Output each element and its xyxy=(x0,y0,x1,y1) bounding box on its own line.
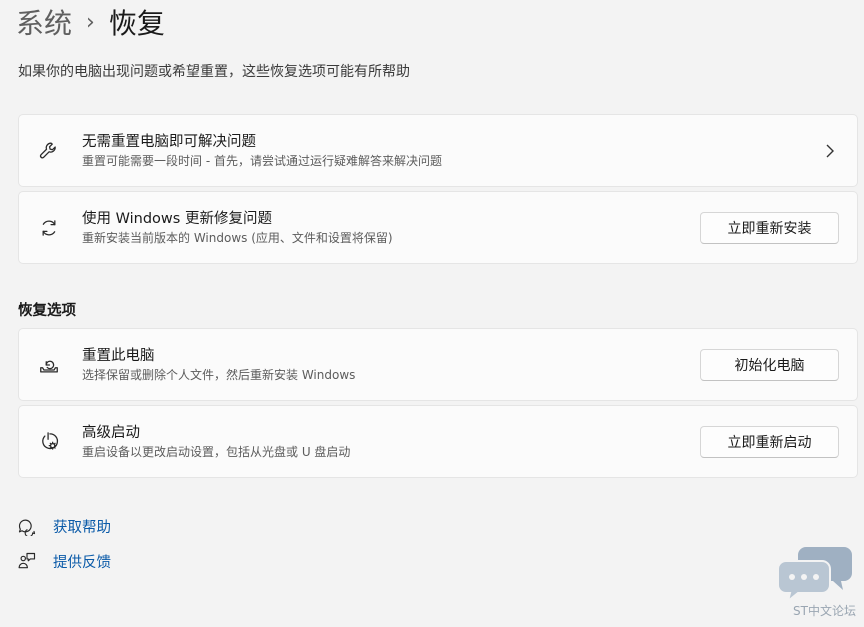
windows-update-repair-subtitle: 重新安装当前版本的 Windows (应用、文件和设置将保留) xyxy=(82,230,393,245)
refresh-icon xyxy=(38,217,60,239)
windows-update-repair-title: 使用 Windows 更新修复问题 xyxy=(82,210,272,227)
troubleshoot-subtitle: 重置可能需要一段时间 - 首先，请尝试通过运行疑难解答来解决问题 xyxy=(82,153,442,168)
breadcrumb-separator: › xyxy=(86,9,95,35)
get-help-label[interactable]: 获取帮助 xyxy=(53,516,111,537)
reset-pc-title: 重置此电脑 xyxy=(82,347,155,364)
page-title: 恢复 xyxy=(108,7,165,40)
reinstall-now-button[interactable]: 立即重新安装 xyxy=(700,211,839,244)
reset-pc-subtitle: 选择保留或删除个人文件，然后重新安装 Windows xyxy=(82,367,356,382)
help-chat-icon xyxy=(17,516,37,536)
advanced-startup-subtitle: 重启设备以更改启动设置，包括从光盘或 U 盘启动 xyxy=(82,444,351,459)
give-feedback-label[interactable]: 提供反馈 xyxy=(53,551,111,572)
advanced-startup-icon xyxy=(38,431,60,453)
breadcrumb: 系统 › 恢复 xyxy=(16,0,165,44)
watermark-text: ST中文论坛 xyxy=(793,604,856,618)
troubleshoot-card[interactable]: 无需重置电脑即可解决问题 重置可能需要一段时间 - 首先，请尝试通过运行疑难解答… xyxy=(18,114,858,187)
give-feedback-link[interactable]: 提供反馈 xyxy=(17,550,111,572)
windows-update-repair-card: 使用 Windows 更新修复问题 重新安装当前版本的 Windows (应用、… xyxy=(18,191,858,264)
page-description: 如果你的电脑出现问题或希望重置，这些恢复选项可能有所帮助 xyxy=(18,64,410,80)
advanced-startup-card: 高级启动 重启设备以更改启动设置，包括从光盘或 U 盘启动 立即重新启动 xyxy=(18,405,858,478)
get-help-link[interactable]: 获取帮助 xyxy=(17,515,111,537)
troubleshoot-title: 无需重置电脑即可解决问题 xyxy=(82,133,256,150)
recovery-options-heading: 恢复选项 xyxy=(18,303,76,319)
restart-now-button[interactable]: 立即重新启动 xyxy=(700,425,839,458)
advanced-startup-title: 高级启动 xyxy=(82,424,140,441)
settings-recovery-page: 系统 › 恢复 如果你的电脑出现问题或希望重置，这些恢复选项可能有所帮助 无需重… xyxy=(0,0,864,627)
wrench-icon xyxy=(38,140,60,162)
reset-pc-button[interactable]: 初始化电脑 xyxy=(700,348,839,381)
chevron-right-icon xyxy=(825,143,835,159)
reset-pc-card: 重置此电脑 选择保留或删除个人文件，然后重新安装 Windows 初始化电脑 xyxy=(18,328,858,401)
breadcrumb-system[interactable]: 系统 xyxy=(16,2,72,42)
reset-pc-icon xyxy=(38,354,60,376)
feedback-icon xyxy=(17,551,37,571)
